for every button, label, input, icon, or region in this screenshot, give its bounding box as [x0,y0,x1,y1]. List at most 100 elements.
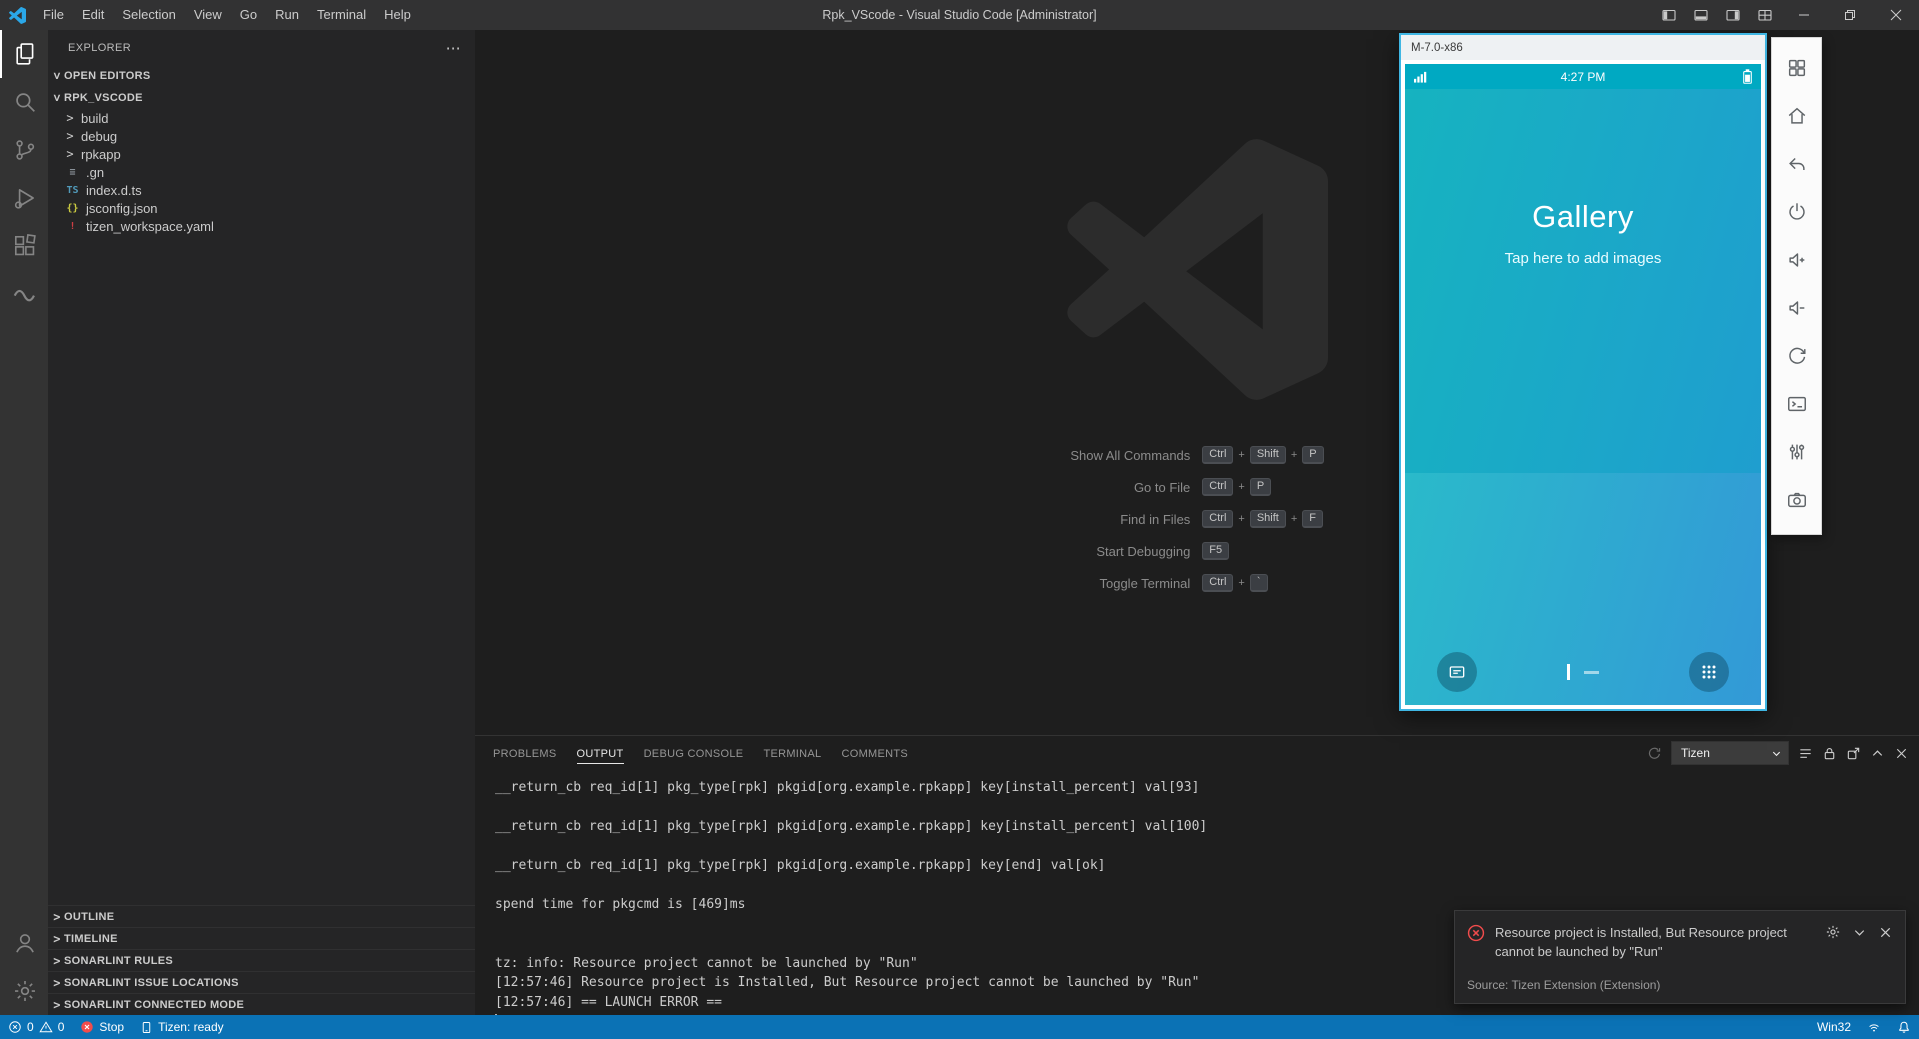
stop-label: Stop [99,1020,124,1034]
sidebar-item-debug[interactable]: > debug [48,127,475,145]
app-title: Gallery [1532,199,1634,235]
search-icon[interactable] [0,78,48,126]
menu-view[interactable]: View [185,0,231,30]
toggle-sidebar-icon[interactable] [1653,0,1685,30]
shortcut-label: Find in Files [1120,512,1190,527]
notification-message: Resource project is Installed, But Resou… [1495,924,1791,961]
section-sonarlint-connected-mode[interactable]: > SONARLINT CONNECTED MODE [48,993,475,1015]
screenshot-icon[interactable] [1778,480,1816,520]
toggle-panel-icon[interactable] [1685,0,1717,30]
menu-edit[interactable]: Edit [73,0,113,30]
restore-button[interactable] [1827,0,1873,30]
shortcut-keys: Ctrl+ P [1202,478,1271,496]
chevron-down-icon[interactable] [1852,925,1867,940]
source-control-icon[interactable] [0,126,48,174]
activity-bar [0,30,48,1015]
remote-indicator-icon[interactable] [1859,1020,1889,1034]
tizen-status[interactable]: Tizen: ready [132,1015,232,1039]
section-sonarlint-issue-locations[interactable]: > SONARLINT ISSUE LOCATIONS [48,971,475,993]
settings-gear-icon[interactable] [0,967,48,1015]
emulator-screen[interactable]: 4:27 PM Gallery Tap here to add images [1405,64,1761,705]
output-channel-select[interactable]: Tizen [1671,741,1789,765]
shell-icon[interactable] [1778,384,1816,424]
shortcut-keys: F5 [1202,542,1229,560]
error-count-icon [8,1020,22,1034]
platform-indicator[interactable]: Win32 [1809,1020,1859,1034]
tab-debug-console[interactable]: DEBUG CONSOLE [634,736,754,771]
sidebar-item-jsconfig[interactable]: {} jsconfig.json [48,199,475,217]
minimize-button[interactable] [1781,0,1827,30]
menu-run[interactable]: Run [266,0,308,30]
chevron-right-icon: > [65,111,75,125]
apps-icon[interactable] [1778,48,1816,88]
sidebar-item-build[interactable]: > build [48,109,475,127]
run-debug-icon[interactable] [0,174,48,222]
tab-terminal[interactable]: TERMINAL [753,736,831,771]
apps-button[interactable] [1689,652,1729,692]
chevron-right-icon: > [52,910,62,924]
section-sonarlint-rules[interactable]: > SONARLINT RULES [48,949,475,971]
menu-go[interactable]: Go [231,0,266,30]
tab-comments[interactable]: COMMENTS [831,736,918,771]
toggle-secondary-sidebar-icon[interactable] [1717,0,1749,30]
workspace-root-section[interactable]: > RPK_VSCODE [48,87,475,109]
close-window-button[interactable] [1873,0,1919,30]
error-count: 0 [27,1020,34,1034]
back-icon[interactable] [1778,144,1816,184]
account-icon[interactable] [0,919,48,967]
rotate-icon[interactable] [1778,336,1816,376]
volume-down-icon[interactable] [1778,288,1816,328]
sidebar-item-gn-file[interactable]: ≡ .gn [48,163,475,181]
notifications-bell-icon[interactable] [1889,1020,1919,1034]
lock-icon[interactable] [1822,746,1837,761]
sidebar-item-index-dts[interactable]: TS index.d.ts [48,181,475,199]
menu-selection[interactable]: Selection [113,0,184,30]
extensions-icon[interactable] [0,222,48,270]
key-badge: Ctrl [1202,574,1233,592]
watermark-shortcuts: Show All Commands Ctrl+ Shift+ P Go to F… [1070,446,1323,592]
lines-icon[interactable] [1798,746,1813,761]
emulator-titlebar[interactable]: M-7.0-x86 [1401,35,1765,60]
volume-up-icon[interactable] [1778,240,1816,280]
output-line [495,837,1919,857]
open-editors-section[interactable]: > OPEN EDITORS [48,65,475,87]
sidebar-item-tizen-workspace-yaml[interactable]: ! tizen_workspace.yaml [48,217,475,235]
section-label: SONARLINT ISSUE LOCATIONS [64,977,239,989]
app-subtitle[interactable]: Tap here to add images [1505,250,1662,267]
customize-layout-icon[interactable] [1749,0,1781,30]
tab-output[interactable]: OUTPUT [567,736,634,771]
more-actions-icon[interactable]: ⋯ [446,39,461,57]
refresh-icon[interactable] [1647,746,1662,761]
stop-button[interactable]: Stop [72,1015,132,1039]
tab-problems[interactable]: PROBLEMS [483,736,567,771]
controls-icon[interactable] [1778,432,1816,472]
menu-terminal[interactable]: Terminal [308,0,375,30]
close-notification-icon[interactable] [1878,925,1893,940]
json-file-icon: {} [65,203,80,214]
folder-name: rpkapp [81,147,121,162]
chevron-up-icon[interactable] [1870,746,1885,761]
problems-status[interactable]: 0 0 [0,1015,72,1039]
sidebar-item-rpkapp[interactable]: > rpkapp [48,145,475,163]
menu-file[interactable]: File [34,0,73,30]
stop-icon [80,1020,94,1034]
menu-help[interactable]: Help [375,0,420,30]
close-panel-icon[interactable] [1894,746,1909,761]
recent-apps-button[interactable] [1437,652,1477,692]
emulator-window[interactable]: M-7.0-x86 4:27 PM Gallery Tap here to ad… [1399,33,1767,711]
output-channel-value: Tizen [1681,746,1710,760]
phone-nav-bar [1405,652,1761,692]
chevron-down-icon [1771,748,1782,759]
tizen-status-label: Tizen: ready [158,1020,224,1034]
explorer-icon[interactable] [0,30,48,78]
open-editor-icon[interactable] [1846,746,1861,761]
home-icon[interactable] [1778,96,1816,136]
sonarlint-icon[interactable] [0,270,48,318]
power-icon[interactable] [1778,192,1816,232]
section-outline[interactable]: > OUTLINE [48,905,475,927]
key-badge: Shift [1250,446,1286,464]
chevron-right-icon: > [65,129,75,143]
output-line: __return_cb req_id[1] pkg_type[rpk] pkgi… [495,817,1919,837]
gear-icon[interactable] [1825,924,1841,940]
section-timeline[interactable]: > TIMELINE [48,927,475,949]
